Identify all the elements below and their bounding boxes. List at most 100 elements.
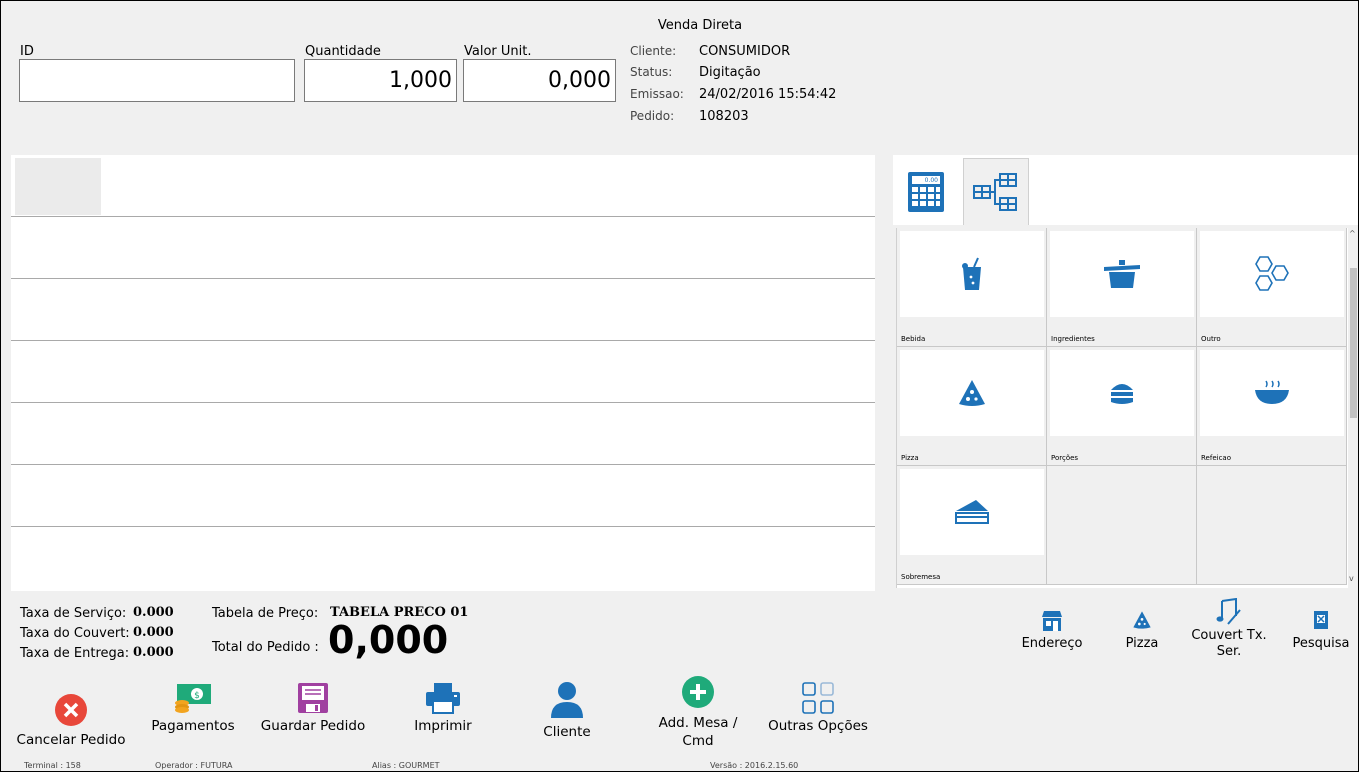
pizza-icon	[959, 380, 985, 406]
taxa-couvert-value: 0.000	[133, 625, 174, 640]
pagamentos-button[interactable]: $ Pagamentos	[148, 680, 238, 734]
grid-row[interactable]	[11, 217, 875, 279]
status-key: Status:	[630, 65, 673, 79]
music-note-icon	[1216, 598, 1241, 625]
quantidade-label: Quantidade	[305, 44, 381, 59]
status-versao: Versão : 2016.2.15.60	[710, 761, 799, 770]
cake-icon	[955, 500, 989, 524]
quantidade-input[interactable]: 1,000	[304, 59, 457, 102]
grid-row[interactable]	[11, 527, 875, 591]
category-label: Ingredientes	[1051, 335, 1095, 343]
cliente-key: Cliente:	[630, 44, 677, 58]
tree-tables-icon	[973, 173, 1017, 211]
scroll-thumb[interactable]	[1350, 268, 1357, 418]
status-terminal: Terminal : 158	[24, 761, 81, 770]
cliente-value: CONSUMIDOR	[699, 44, 791, 59]
tabela-preco-label: Tabela de Preço:	[212, 606, 319, 621]
total-pedido-label: Total do Pedido :	[212, 640, 319, 655]
pot-icon	[1104, 260, 1140, 288]
guardar-pedido-button[interactable]: Guardar Pedido	[255, 680, 371, 734]
category-label: Bebida	[901, 335, 926, 343]
category-sobremesa[interactable]: Sobremesa	[897, 466, 1047, 585]
pesquisa-button[interactable]: Pesquisa	[1288, 610, 1354, 651]
category-pizza[interactable]: Pizza	[897, 347, 1047, 466]
tab-calculator[interactable]: 0.00	[893, 158, 959, 225]
taxa-servico-label: Taxa de Serviço:	[20, 606, 127, 621]
pesquisa-label: Pesquisa	[1292, 636, 1350, 651]
soup-icon	[1255, 380, 1289, 404]
add-icon	[682, 676, 714, 708]
category-ingredientes[interactable]: Ingredientes	[1047, 228, 1197, 347]
cliente-label: Cliente	[543, 724, 591, 740]
hexagons-icon	[1255, 256, 1289, 291]
add-mesa-label: Add. Mesa / Cmd	[658, 715, 738, 749]
calculator-icon: 0.00	[908, 171, 944, 212]
status-operador: Operador : FUTURA	[155, 761, 233, 770]
id-label: ID	[20, 44, 34, 59]
printer-icon	[426, 683, 460, 714]
drink-icon	[962, 257, 981, 290]
grid-row[interactable]	[11, 403, 875, 465]
taxa-servico-value: 0.000	[133, 605, 174, 620]
outras-label: Outras Opções	[768, 718, 868, 734]
product-tabs: 0.00	[893, 155, 1358, 225]
grid-row[interactable]	[11, 465, 875, 527]
pizza-label: Pizza	[1125, 636, 1159, 651]
add-mesa-button[interactable]: Add. Mesa / Cmd	[646, 674, 750, 750]
couvert-button[interactable]: Couvert Tx. Ser.	[1188, 598, 1270, 660]
cliente-button[interactable]: Cliente	[522, 682, 612, 740]
id-input[interactable]	[19, 59, 295, 102]
items-grid[interactable]	[11, 155, 875, 591]
taxa-couvert-label: Taxa do Couvert:	[20, 626, 130, 641]
imprimir-label: Imprimir	[414, 718, 472, 734]
store-icon	[1042, 611, 1062, 631]
svg-text:$: $	[194, 691, 200, 701]
burger-icon	[1111, 384, 1133, 404]
valor-unit-input[interactable]: 0,000	[463, 59, 616, 102]
svg-text:0.00: 0.00	[925, 177, 939, 184]
emissao-value: 24/02/2016 15:54:42	[699, 87, 837, 102]
category-outro[interactable]: Outro	[1197, 228, 1347, 347]
category-empty	[1197, 466, 1347, 585]
pedido-key: Pedido:	[630, 109, 675, 123]
user-icon	[551, 682, 583, 718]
pagamentos-label: Pagamentos	[151, 718, 235, 734]
pizza-button[interactable]: Pizza	[1110, 610, 1174, 651]
tab-categories[interactable]	[963, 158, 1029, 225]
category-label: Pizza	[901, 454, 919, 462]
category-refeicao[interactable]: Refeicao	[1197, 347, 1347, 466]
category-label: Outro	[1201, 335, 1221, 343]
couvert-label: Couvert Tx. Ser.	[1191, 628, 1267, 659]
imprimir-button[interactable]: Imprimir	[398, 680, 488, 734]
total-pedido-value: 0,000	[328, 618, 449, 662]
guardar-label: Guardar Pedido	[260, 718, 366, 734]
money-icon: $	[175, 684, 211, 713]
category-label: Sobremesa	[901, 573, 941, 581]
category-bebida[interactable]: Bebida	[897, 228, 1047, 347]
valor-unit-label: Valor Unit.	[464, 44, 532, 59]
category-empty	[1047, 466, 1197, 585]
grid-row[interactable]	[11, 155, 875, 217]
cancelar-pedido-button[interactable]: Cancelar Pedido	[12, 692, 130, 748]
category-grid: Bebida Ingredientes Outro Pizza Porções …	[896, 228, 1348, 588]
outras-opcoes-button[interactable]: Outras Opções	[764, 680, 872, 734]
category-porcoes[interactable]: Porções	[1047, 347, 1197, 466]
grid-row[interactable]	[11, 279, 875, 341]
grid-options-icon	[802, 682, 834, 714]
scroll-up-icon[interactable]: ^	[1349, 229, 1356, 238]
category-scrollbar[interactable]: ^ v	[1348, 228, 1358, 588]
grid-header-cell	[15, 158, 101, 215]
cancel-icon	[55, 694, 87, 726]
endereco-button[interactable]: Endereço	[1020, 610, 1084, 651]
save-icon	[298, 683, 328, 713]
pizza-icon	[1133, 611, 1151, 629]
scroll-down-icon[interactable]: v	[1349, 574, 1354, 583]
endereco-label: Endereço	[1021, 636, 1083, 651]
status-alias: Alias : GOURMET	[372, 761, 440, 770]
cancelar-label: Cancelar Pedido	[16, 732, 126, 748]
status-value: Digitação	[699, 65, 761, 80]
grid-row[interactable]	[11, 341, 875, 403]
emissao-key: Emissao:	[630, 87, 684, 101]
taxa-entrega-value: 0.000	[133, 645, 174, 660]
pedido-value: 108203	[699, 109, 749, 124]
